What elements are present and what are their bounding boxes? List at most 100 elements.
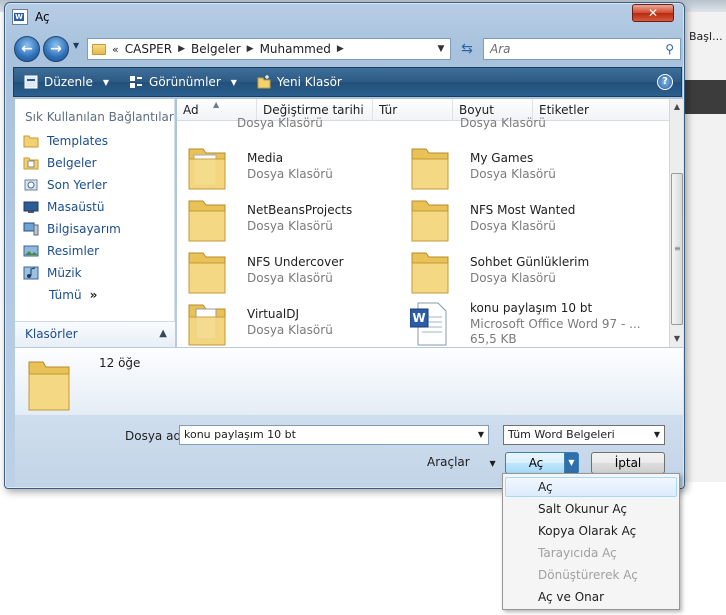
nav-item-documents[interactable]: Belgeler (23, 156, 97, 170)
breadcrumb-separator-icon[interactable]: ▶ (247, 44, 254, 54)
file-name: My Games (470, 151, 534, 165)
menu-item-open-as-copy[interactable]: Kopya Olarak Aç (505, 521, 677, 541)
column-label: Değiştirme tarihi (263, 103, 364, 117)
chevron-down-icon: ▼ (102, 77, 110, 87)
refresh-icon[interactable]: ⇆ (455, 38, 479, 60)
search-icon[interactable]: ⚲ (665, 39, 674, 59)
menu-item-open-read-only[interactable]: Salt Okunur Aç (505, 499, 677, 519)
double-chevron-right-icon: » (89, 288, 98, 302)
background-app-right: Başl... (681, 12, 726, 482)
tools-label: Araçlar (427, 455, 470, 469)
breadcrumb-separator-icon[interactable]: ▶ (337, 44, 344, 54)
forward-button[interactable]: → (43, 36, 69, 62)
word-document-icon: W (410, 302, 447, 346)
title-bar[interactable]: W Aç ✕ (5, 3, 684, 31)
background-dark-block (681, 80, 726, 114)
filetype-select[interactable]: Tüm Word Belgeleri ▼ (503, 425, 665, 445)
search-input[interactable]: Ara ⚲ (483, 38, 681, 60)
back-button[interactable]: ← (14, 36, 40, 62)
folders-label: Klasörler (25, 327, 78, 341)
scroll-down-icon[interactable]: ▼ (670, 331, 684, 347)
filename-input[interactable]: konu paylaşım 10 bt ▼ (179, 425, 489, 445)
nav-item-label: Masaüstü (47, 200, 105, 214)
partial-item-type: Dosya Klasörü (460, 116, 546, 130)
file-item[interactable]: NetBeansProjects Dosya Klasörü (187, 197, 407, 245)
column-header-tags[interactable]: Etiketler (533, 99, 669, 121)
menu-item-open-with-transform: Dönüştürerek Aç (538, 568, 638, 582)
folder-icon (23, 135, 39, 148)
breadcrumb-belgeler[interactable]: Belgeler (191, 42, 241, 56)
nav-item-computer[interactable]: Bilgisayarım (23, 222, 121, 236)
cancel-button[interactable]: İptal (591, 452, 665, 474)
music-icon (23, 266, 39, 280)
file-item[interactable]: W konu paylaşım 10 bt Microsoft Office W… (410, 301, 641, 347)
folders-toggle[interactable]: Klasörler ▲ (15, 321, 175, 347)
open-split-button[interactable]: Aç ▼ (505, 452, 579, 474)
filetype-value: Tüm Word Belgeleri (508, 428, 615, 441)
partial-item-type: Dosya Klasörü (237, 116, 323, 130)
recent-pages-dropdown-icon[interactable]: ▼ (73, 41, 79, 50)
file-item[interactable]: NFS Undercover Dosya Klasörü (187, 249, 407, 297)
chevron-down-icon[interactable]: ▼ (478, 426, 484, 444)
menu-item-open-and-repair[interactable]: Aç ve Onar (505, 587, 677, 607)
views-icon (130, 76, 143, 88)
new-folder-icon (257, 75, 271, 89)
open-options-arrow-icon[interactable]: ▼ (564, 453, 578, 473)
nav-item-label: Son Yerler (47, 178, 108, 192)
recent-places-icon (24, 179, 38, 191)
svg-text:W: W (412, 311, 425, 325)
folder-icon (188, 148, 226, 190)
scroll-up-icon[interactable]: ▲ (670, 99, 684, 115)
menu-item-open-in-browser: Tarayıcıda Aç (538, 546, 617, 560)
folder-icon (411, 252, 449, 294)
chevron-down-icon: ▼ (489, 459, 496, 468)
close-button[interactable]: ✕ (632, 4, 674, 22)
item-count: 12 öğe (99, 356, 141, 370)
nav-item-label: Belgeler (47, 156, 97, 170)
menu-item-open[interactable]: Aç (505, 477, 677, 497)
nav-item-label: Tümü (49, 288, 82, 302)
file-item[interactable]: Sohbet Günlüklerim Dosya Klasörü (410, 249, 630, 297)
views-button[interactable]: Görünümler ▼ (119, 75, 247, 89)
file-list: Ad ▲ Değiştirme tarihi Tür Boyut Etiketl… (177, 99, 669, 347)
vertical-scrollbar[interactable]: ▲ ≡ ▼ (669, 99, 683, 347)
chevron-down-icon[interactable]: ▼ (654, 426, 660, 444)
nav-item-templates[interactable]: Templates (23, 134, 108, 148)
address-root-chevron[interactable]: « (112, 43, 119, 56)
nav-item-desktop[interactable]: Masaüstü (23, 200, 104, 214)
column-label: Ad (183, 103, 199, 117)
column-label: Tür (379, 103, 398, 117)
organize-button[interactable]: Düzenle ▼ (14, 75, 119, 89)
new-folder-label: Yeni Klasör (276, 75, 342, 89)
column-header-type[interactable]: Tür (373, 99, 453, 121)
file-name: Sohbet Günlüklerim (470, 255, 590, 269)
breadcrumb-casper[interactable]: CASPER (125, 42, 172, 56)
address-dropdown-icon[interactable]: ▼ (432, 44, 450, 54)
nav-item-music[interactable]: Müzik (23, 266, 82, 280)
views-label: Görünümler (149, 75, 221, 89)
breadcrumb-muhammed[interactable]: Muhammed (260, 42, 331, 56)
file-item[interactable]: NFS Most Wanted Dosya Klasörü (410, 197, 630, 245)
tools-button[interactable]: Araçlar ▼ (427, 455, 496, 469)
address-bar[interactable]: « CASPER ▶ Belgeler ▶ Muhammed ▶ ▼ (87, 38, 451, 60)
nav-item-pictures[interactable]: Resimler (23, 244, 99, 258)
column-label: Boyut (459, 103, 494, 117)
nav-item-label: Bilgisayarım (47, 222, 121, 236)
command-toolbar: Düzenle ▼ Görünümler ▼ Yeni Klasör ? (13, 67, 682, 97)
file-name: VirtualDJ (247, 307, 299, 321)
file-item[interactable]: VirtualDJ Dosya Klasörü (187, 301, 407, 347)
nav-item-recent-places[interactable]: Son Yerler (23, 178, 107, 192)
nav-item-more[interactable]: Tümü » (49, 288, 97, 302)
scroll-thumb[interactable]: ≡ (671, 173, 683, 325)
file-item[interactable]: Media Dosya Klasörü (187, 145, 407, 193)
search-placeholder: Ara (490, 42, 511, 56)
new-folder-button[interactable]: Yeni Klasör (247, 75, 352, 89)
breadcrumb-separator-icon[interactable]: ▶ (178, 44, 185, 54)
help-icon[interactable]: ? (657, 74, 673, 90)
grip-icon: ≡ (674, 244, 681, 253)
file-type: Dosya Klasörü (247, 167, 333, 181)
word-app-icon: W (12, 9, 28, 25)
file-item[interactable]: My Games Dosya Klasörü (410, 145, 630, 193)
column-label: Etiketler (539, 103, 589, 117)
chevron-down-icon: ▼ (230, 77, 237, 87)
